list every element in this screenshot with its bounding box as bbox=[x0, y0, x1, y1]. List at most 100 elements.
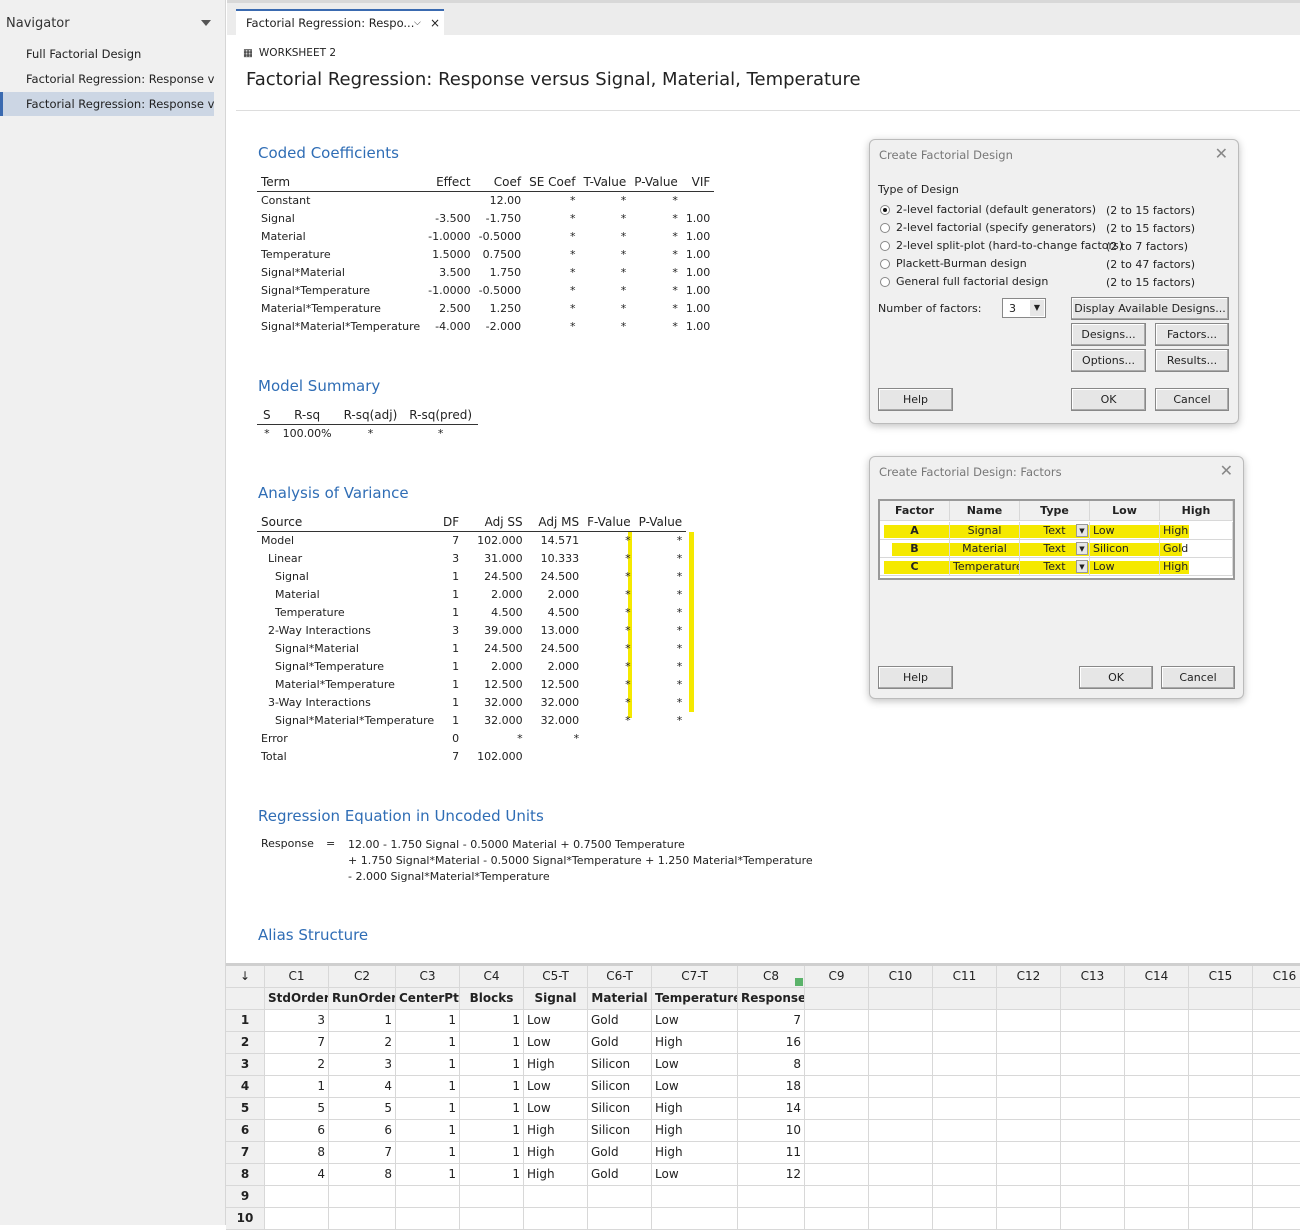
worksheet-cell[interactable]: 8 bbox=[329, 1164, 396, 1186]
worksheet-cell[interactable]: 1 bbox=[396, 1098, 460, 1120]
worksheet-cell[interactable] bbox=[588, 1186, 652, 1208]
worksheet-cell[interactable] bbox=[869, 1164, 933, 1186]
worksheet-cell[interactable] bbox=[1253, 1010, 1300, 1032]
column-name-header[interactable]: StdOrder bbox=[265, 988, 329, 1010]
factor-cell[interactable]: High bbox=[1160, 522, 1233, 540]
dropdown-arrow-icon[interactable]: ▼ bbox=[1076, 542, 1088, 555]
worksheet-cell[interactable]: 6 bbox=[265, 1120, 329, 1142]
worksheet-cell[interactable]: 5 bbox=[329, 1098, 396, 1120]
worksheet-cell[interactable] bbox=[997, 1054, 1061, 1076]
worksheet-cell[interactable]: 1 bbox=[460, 1054, 524, 1076]
dropdown-arrow-icon[interactable]: ▼ bbox=[1076, 560, 1088, 573]
worksheet-cell[interactable] bbox=[869, 1208, 933, 1230]
row-number[interactable]: 1 bbox=[226, 1010, 265, 1032]
row-number[interactable]: 4 bbox=[226, 1076, 265, 1098]
column-name-header[interactable]: CenterPt bbox=[396, 988, 460, 1010]
worksheet-cell[interactable]: 14 bbox=[738, 1098, 805, 1120]
worksheet-cell[interactable]: 10 bbox=[738, 1120, 805, 1142]
factor-cell[interactable]: Material bbox=[950, 540, 1020, 558]
worksheet-cell[interactable] bbox=[1061, 1076, 1125, 1098]
worksheet-cell[interactable] bbox=[1189, 1186, 1253, 1208]
worksheet-cell[interactable]: 16 bbox=[738, 1032, 805, 1054]
worksheet-cell[interactable] bbox=[1061, 1208, 1125, 1230]
worksheet-cell[interactable]: High bbox=[524, 1054, 588, 1076]
design-option-label[interactable]: Plackett-Burman design bbox=[896, 257, 1027, 270]
worksheet-cell[interactable] bbox=[1061, 1032, 1125, 1054]
worksheet-cell[interactable] bbox=[1253, 1208, 1300, 1230]
worksheet-cell[interactable]: Silicon bbox=[588, 1076, 652, 1098]
worksheet-cell[interactable] bbox=[805, 1164, 869, 1186]
column-id-header[interactable]: C15 bbox=[1189, 966, 1253, 988]
worksheet-cell[interactable]: 3 bbox=[265, 1010, 329, 1032]
help-button[interactable]: Help bbox=[878, 388, 953, 411]
column-name-header[interactable]: Signal bbox=[524, 988, 588, 1010]
results-button[interactable]: Results... bbox=[1155, 349, 1229, 372]
design-option-label[interactable]: 2-level split-plot (hard-to-change facto… bbox=[896, 239, 1123, 252]
factor-cell[interactable]: Gold bbox=[1160, 540, 1233, 558]
worksheet-cell[interactable] bbox=[652, 1208, 738, 1230]
worksheet-cell[interactable]: Silicon bbox=[588, 1120, 652, 1142]
row-number[interactable]: 7 bbox=[226, 1142, 265, 1164]
worksheet-cell[interactable] bbox=[1125, 1010, 1189, 1032]
design-option-label[interactable]: 2-level factorial (default generators) bbox=[896, 203, 1096, 216]
worksheet-cell[interactable] bbox=[265, 1208, 329, 1230]
radio-button[interactable] bbox=[880, 277, 890, 287]
worksheet-cell[interactable] bbox=[933, 1142, 997, 1164]
chevron-down-icon[interactable]: ⌵ bbox=[414, 11, 421, 35]
column-name-header[interactable] bbox=[1125, 988, 1189, 1010]
worksheet-cell[interactable] bbox=[1125, 1186, 1189, 1208]
worksheet-cell[interactable] bbox=[652, 1186, 738, 1208]
worksheet-cell[interactable] bbox=[1061, 1142, 1125, 1164]
column-id-header[interactable]: C13 bbox=[1061, 966, 1125, 988]
close-icon[interactable]: × bbox=[430, 11, 440, 35]
worksheet-cell[interactable] bbox=[1253, 1098, 1300, 1120]
worksheet-cell[interactable]: 1 bbox=[460, 1010, 524, 1032]
factors-button[interactable]: Factors... bbox=[1155, 323, 1229, 346]
column-name-header[interactable] bbox=[869, 988, 933, 1010]
worksheet-cell[interactable]: Gold bbox=[588, 1032, 652, 1054]
worksheet-cell[interactable]: 18 bbox=[738, 1076, 805, 1098]
worksheet-cell[interactable]: 1 bbox=[396, 1142, 460, 1164]
worksheet-cell[interactable]: Gold bbox=[588, 1010, 652, 1032]
worksheet-cell[interactable]: Low bbox=[524, 1032, 588, 1054]
worksheet-cell[interactable] bbox=[1253, 1120, 1300, 1142]
worksheet-cell[interactable]: 5 bbox=[265, 1098, 329, 1120]
worksheet-cell[interactable]: Low bbox=[524, 1098, 588, 1120]
worksheet-cell[interactable] bbox=[1189, 1076, 1253, 1098]
worksheet-cell[interactable] bbox=[1125, 1076, 1189, 1098]
worksheet-cell[interactable] bbox=[1189, 1208, 1253, 1230]
worksheet-cell[interactable] bbox=[1189, 1164, 1253, 1186]
worksheet-cell[interactable] bbox=[460, 1186, 524, 1208]
worksheet-cell[interactable] bbox=[1253, 1054, 1300, 1076]
worksheet-cell[interactable] bbox=[1253, 1186, 1300, 1208]
worksheet-cell[interactable] bbox=[524, 1186, 588, 1208]
worksheet-cell[interactable] bbox=[1253, 1164, 1300, 1186]
worksheet-cell[interactable]: Low bbox=[524, 1010, 588, 1032]
column-name-header[interactable]: RunOrder bbox=[329, 988, 396, 1010]
worksheet-cell[interactable]: 1 bbox=[460, 1142, 524, 1164]
worksheet-cell[interactable]: High bbox=[652, 1032, 738, 1054]
worksheet-cell[interactable] bbox=[1189, 1054, 1253, 1076]
column-id-header[interactable]: C4 bbox=[460, 966, 524, 988]
worksheet-cell[interactable]: 1 bbox=[460, 1098, 524, 1120]
column-id-header[interactable]: C12 bbox=[997, 966, 1061, 988]
worksheet-cell[interactable]: 4 bbox=[265, 1164, 329, 1186]
worksheet-cell[interactable] bbox=[869, 1120, 933, 1142]
factor-cell[interactable]: Low bbox=[1090, 558, 1160, 576]
worksheet-cell[interactable]: High bbox=[652, 1120, 738, 1142]
worksheet-grid[interactable]: ↓ C1 StdOrder C2 RunOrder C3 CenterPt C4 Blocks C… bbox=[226, 963, 1300, 1230]
worksheet-cell[interactable]: Silicon bbox=[588, 1054, 652, 1076]
column-id-header[interactable]: C3 bbox=[396, 966, 460, 988]
close-icon[interactable]: ✕ bbox=[1220, 461, 1233, 480]
worksheet-cell[interactable]: 1 bbox=[396, 1120, 460, 1142]
worksheet-cell[interactable] bbox=[869, 1142, 933, 1164]
worksheet-cell[interactable] bbox=[869, 1054, 933, 1076]
row-number[interactable]: 6 bbox=[226, 1120, 265, 1142]
column-id-header[interactable]: C11 bbox=[933, 966, 997, 988]
radio-button[interactable] bbox=[880, 223, 890, 233]
worksheet-cell[interactable] bbox=[933, 1010, 997, 1032]
worksheet-cell[interactable]: 1 bbox=[396, 1054, 460, 1076]
worksheet-cell[interactable]: Low bbox=[652, 1076, 738, 1098]
row-number[interactable]: 10 bbox=[226, 1208, 265, 1230]
worksheet-cell[interactable] bbox=[869, 1186, 933, 1208]
